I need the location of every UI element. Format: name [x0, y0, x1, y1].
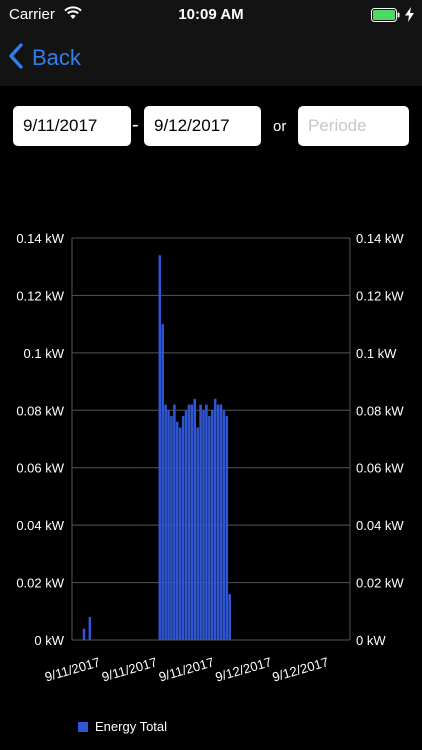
bar	[170, 416, 173, 640]
x-tick-label: 9/12/2017	[271, 654, 331, 684]
y-tick-label-left: 0.06 kW	[16, 461, 64, 476]
x-tick-label: 9/11/2017	[100, 654, 159, 684]
bar	[205, 404, 208, 640]
right-y-axis: 0 kW 0.02 kW 0.04 kW 0.06 kW 0.08 kW 0.1 kW 0.…	[356, 231, 404, 648]
start-date-field[interactable]: 9/11/2017	[13, 106, 131, 146]
y-tick-label-left: 0.04 kW	[16, 518, 64, 533]
bar	[161, 324, 164, 640]
bar	[222, 410, 226, 640]
y-tick-label-right: 0.06 kW	[356, 461, 404, 476]
chevron-left-icon	[8, 42, 24, 74]
chart-legend: Energy Total	[78, 719, 167, 734]
left-y-axis: 0 kW 0.02 kW 0.04 kW 0.06 kW 0.08 kW 0.1 kW 0.…	[16, 231, 64, 648]
bar	[193, 398, 197, 640]
bar	[208, 416, 211, 640]
back-button[interactable]: Back	[8, 40, 81, 76]
bar	[228, 594, 232, 640]
y-tick-label-left: 0.08 kW	[16, 403, 64, 418]
x-tick-label: 9/11/2017	[157, 654, 216, 684]
x-tick-label: 9/11/2017	[43, 654, 102, 684]
charging-bolt-icon	[405, 7, 414, 27]
bar	[225, 416, 229, 640]
energy-bar-chart: 0 kW 0.02 kW 0.04 kW 0.06 kW 0.08 kW 0.1 kW 0.…	[16, 231, 404, 685]
y-tick-label-right: 0.04 kW	[356, 518, 404, 533]
bar	[82, 628, 86, 640]
bar	[88, 617, 92, 640]
battery-icon	[371, 8, 401, 27]
y-tick-label-right: 0 kW	[356, 633, 386, 648]
bar	[184, 410, 188, 640]
bar	[173, 404, 176, 640]
y-tick-label-left: 0.1 kW	[24, 346, 65, 361]
bar	[196, 427, 199, 640]
bar	[219, 404, 223, 640]
back-label: Back	[32, 45, 81, 70]
y-tick-label-right: 0.14 kW	[356, 231, 404, 246]
bar	[199, 404, 202, 640]
bar	[167, 410, 170, 640]
bar	[216, 404, 220, 640]
status-time: 10:09 AM	[178, 6, 244, 23]
periode-input[interactable]	[298, 106, 409, 146]
navigation-bar: Back	[0, 30, 422, 86]
bar	[190, 404, 194, 640]
y-tick-label-left: 0 kW	[34, 633, 64, 648]
bar	[181, 416, 185, 640]
y-tick-label-left: 0.14 kW	[16, 231, 64, 246]
x-tick-label: 9/12/2017	[214, 654, 274, 684]
y-tick-label-left: 0.02 kW	[16, 576, 64, 591]
end-date-field[interactable]: 9/12/2017	[144, 106, 261, 146]
y-tick-label-right: 0.12 kW	[356, 288, 404, 303]
bar	[187, 404, 191, 640]
bar	[178, 427, 182, 640]
bar	[176, 421, 179, 640]
y-tick-label-right: 0.1 kW	[356, 346, 397, 361]
y-tick-label-right: 0.08 kW	[356, 403, 404, 418]
y-tick-label-left: 0.12 kW	[16, 288, 64, 303]
bar	[211, 410, 214, 640]
date-range-separator: -	[132, 114, 139, 136]
x-axis: 9/11/20179/11/20179/11/20179/12/20179/12…	[43, 654, 330, 684]
status-bar: Carrier 10:09 AM	[0, 0, 422, 30]
bar	[202, 410, 205, 640]
legend-swatch	[78, 721, 88, 732]
y-tick-label-right: 0.02 kW	[356, 576, 404, 591]
bar	[213, 398, 217, 640]
bar	[158, 255, 162, 640]
legend-label: Energy Total	[95, 719, 168, 734]
bar	[164, 404, 167, 640]
or-label: or	[273, 118, 287, 135]
